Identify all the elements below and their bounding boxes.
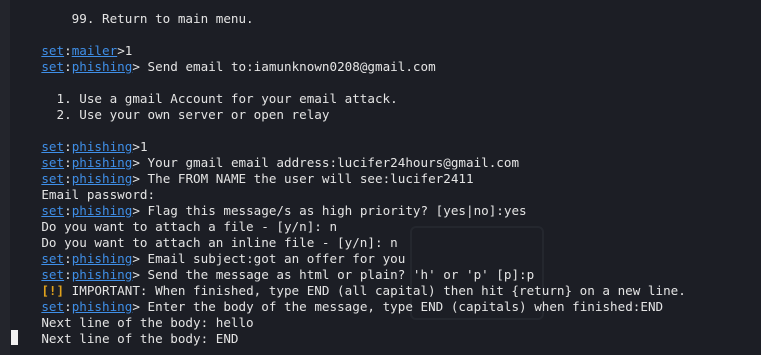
terminal-line: set:phishing> Your gmail email address:l… (41, 155, 520, 170)
prompt-set: set (41, 59, 65, 74)
terminal-line: set:phishing> Send the message as html o… (41, 267, 535, 282)
terminal-line: Do you want to attach an inline file - [… (41, 235, 398, 250)
terminal-line: Next line of the body: hello (41, 315, 254, 330)
terminal-line-warning: [!] IMPORTANT: When finished, type END (… (41, 283, 686, 298)
terminal-line: set:phishing> Enter the body of the mess… (41, 299, 664, 314)
terminal-line: 1. Use a gmail Account for your email at… (41, 91, 398, 106)
terminal-line: 99. Return to main menu. (41, 11, 254, 26)
prompt-module: phishing (71, 59, 133, 74)
terminal-window[interactable]: 99. Return to main menu. set:mailer>1 se… (0, 0, 761, 355)
terminal-line: Do you want to attach a file - [y/n]: n (41, 219, 338, 234)
terminal-line: set:mailer>1 (41, 43, 133, 58)
terminal-line: Email password: (41, 187, 156, 202)
terminal-line: set:phishing>1 (41, 139, 148, 154)
terminal-line: set:phishing> Email subject:got an offer… (41, 251, 406, 266)
terminal-line: Next line of the body: END (41, 331, 239, 346)
terminal-line: 2. Use your own server or open relay (41, 107, 330, 122)
text-cursor[interactable] (11, 330, 18, 345)
terminal-line: set:phishing> Flag this message/s as hig… (41, 203, 527, 218)
window-edge (0, 0, 10, 355)
terminal-line: set:phishing> The FROM NAME the user wil… (41, 171, 474, 186)
terminal-line: set:phishing> Send email to:iamunknown02… (41, 59, 436, 74)
